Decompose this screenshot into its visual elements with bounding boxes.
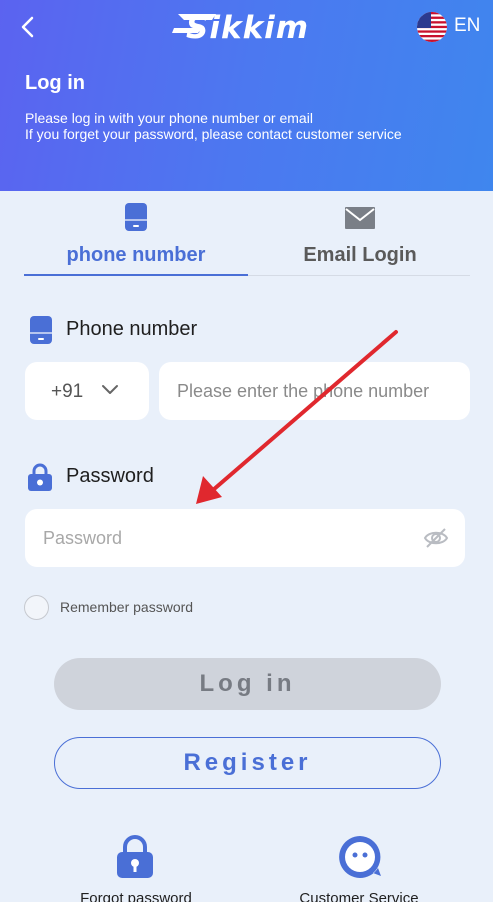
us-flag-icon[interactable] bbox=[417, 12, 447, 42]
country-code-value: +91 bbox=[51, 381, 84, 402]
phone-input-card bbox=[159, 362, 470, 420]
eye-off-icon[interactable] bbox=[423, 525, 449, 551]
forgot-password-link[interactable]: Forgot password bbox=[56, 830, 216, 902]
phone-label: Phone number bbox=[66, 318, 198, 340]
customer-service-link[interactable]: Customer Service bbox=[279, 830, 439, 902]
country-code-select[interactable]: +91 bbox=[25, 362, 149, 420]
phone-icon bbox=[30, 316, 52, 344]
tab-label: Email Login bbox=[303, 244, 417, 266]
forgot-password-label: Forgot password bbox=[80, 890, 192, 902]
header: Sikkim EN Log in Please log in with your… bbox=[0, 0, 493, 191]
envelope-icon bbox=[345, 207, 375, 229]
tab-phone-number[interactable]: phone number bbox=[24, 198, 248, 276]
chevron-down-icon bbox=[102, 385, 118, 394]
subtitle-line-2: If you forget your password, please cont… bbox=[25, 126, 402, 142]
chat-bubble-icon bbox=[339, 836, 381, 878]
register-button[interactable]: Register bbox=[54, 737, 441, 789]
password-input[interactable] bbox=[43, 509, 423, 567]
back-arrow-icon[interactable] bbox=[14, 12, 44, 42]
phone-input[interactable] bbox=[177, 362, 447, 420]
remember-password-radio[interactable] bbox=[24, 595, 49, 620]
tab-email-login[interactable]: Email Login bbox=[248, 198, 472, 276]
tab-label: phone number bbox=[66, 244, 206, 266]
password-label: Password bbox=[66, 465, 154, 487]
lock-icon bbox=[117, 835, 153, 878]
page-title: Log in bbox=[25, 72, 85, 94]
password-input-card bbox=[25, 509, 465, 567]
active-tab-indicator bbox=[24, 274, 248, 276]
lock-icon bbox=[28, 463, 52, 491]
login-button[interactable]: Log in bbox=[54, 658, 441, 710]
remember-password-label: Remember password bbox=[60, 599, 194, 615]
subtitle-line-1: Please log in with your phone number or … bbox=[25, 110, 313, 126]
brand-logo: Sikkim bbox=[186, 10, 310, 46]
phone-icon bbox=[125, 203, 147, 231]
customer-service-label: Customer Service bbox=[299, 890, 419, 902]
remember-password-option[interactable]: Remember password bbox=[24, 594, 244, 620]
language-selector[interactable]: EN bbox=[454, 15, 480, 37]
